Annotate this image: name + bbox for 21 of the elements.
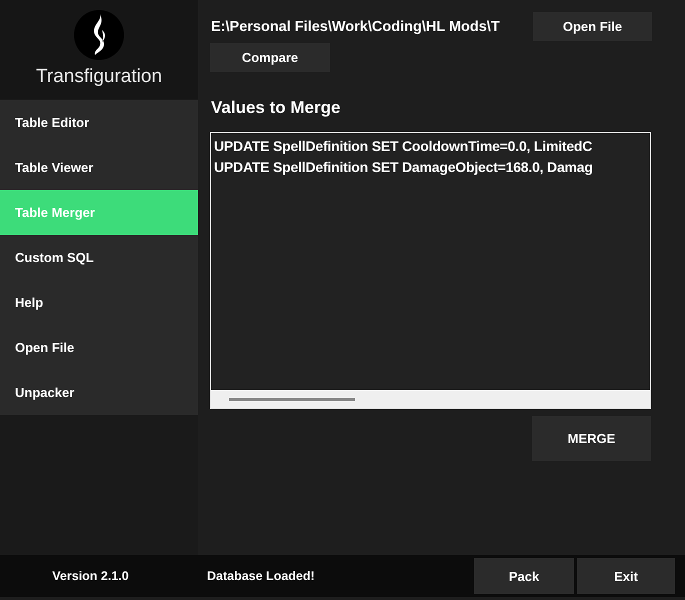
sidebar-item[interactable]: Table Viewer [0, 145, 198, 190]
merge-text-area[interactable]: UPDATE SpellDefinition SET CooldownTime=0.0, LimitedC UPDATE SpellDefinition SET DamageObject=168.0, Damag [210, 132, 651, 409]
section-title: Values to Merge [211, 98, 342, 118]
flame-logo-icon [74, 10, 124, 60]
sql-line: UPDATE SpellDefinition SET DamageObject=168.0, Damag [214, 158, 594, 177]
exit-button[interactable]: Exit [577, 558, 675, 594]
version-label: Version 2.1.0 [51, 569, 130, 583]
open-file-button[interactable]: Open File [533, 12, 652, 41]
sidebar-item[interactable]: Open File [0, 325, 198, 370]
sidebar-item[interactable]: Custom SQL [0, 235, 198, 280]
horizontal-scrollbar[interactable] [211, 390, 650, 408]
file-path: E:\Personal Files\Work\Coding\HL Mods\T [210, 18, 501, 34]
compare-button[interactable]: Compare [210, 43, 330, 72]
sidebar-item[interactable]: Unpacker [0, 370, 198, 415]
app-title: Transfiguration [36, 66, 162, 88]
sql-line: UPDATE SpellDefinition SET CooldownTime=0.0, LimitedC [214, 137, 594, 156]
status-message: Database Loaded! [207, 569, 316, 583]
sidebar-item[interactable]: Table Editor [0, 100, 198, 145]
merge-button[interactable]: MERGE [532, 416, 651, 461]
sidebar-item[interactable]: Help [0, 280, 198, 325]
pack-button[interactable]: Pack [474, 558, 574, 594]
